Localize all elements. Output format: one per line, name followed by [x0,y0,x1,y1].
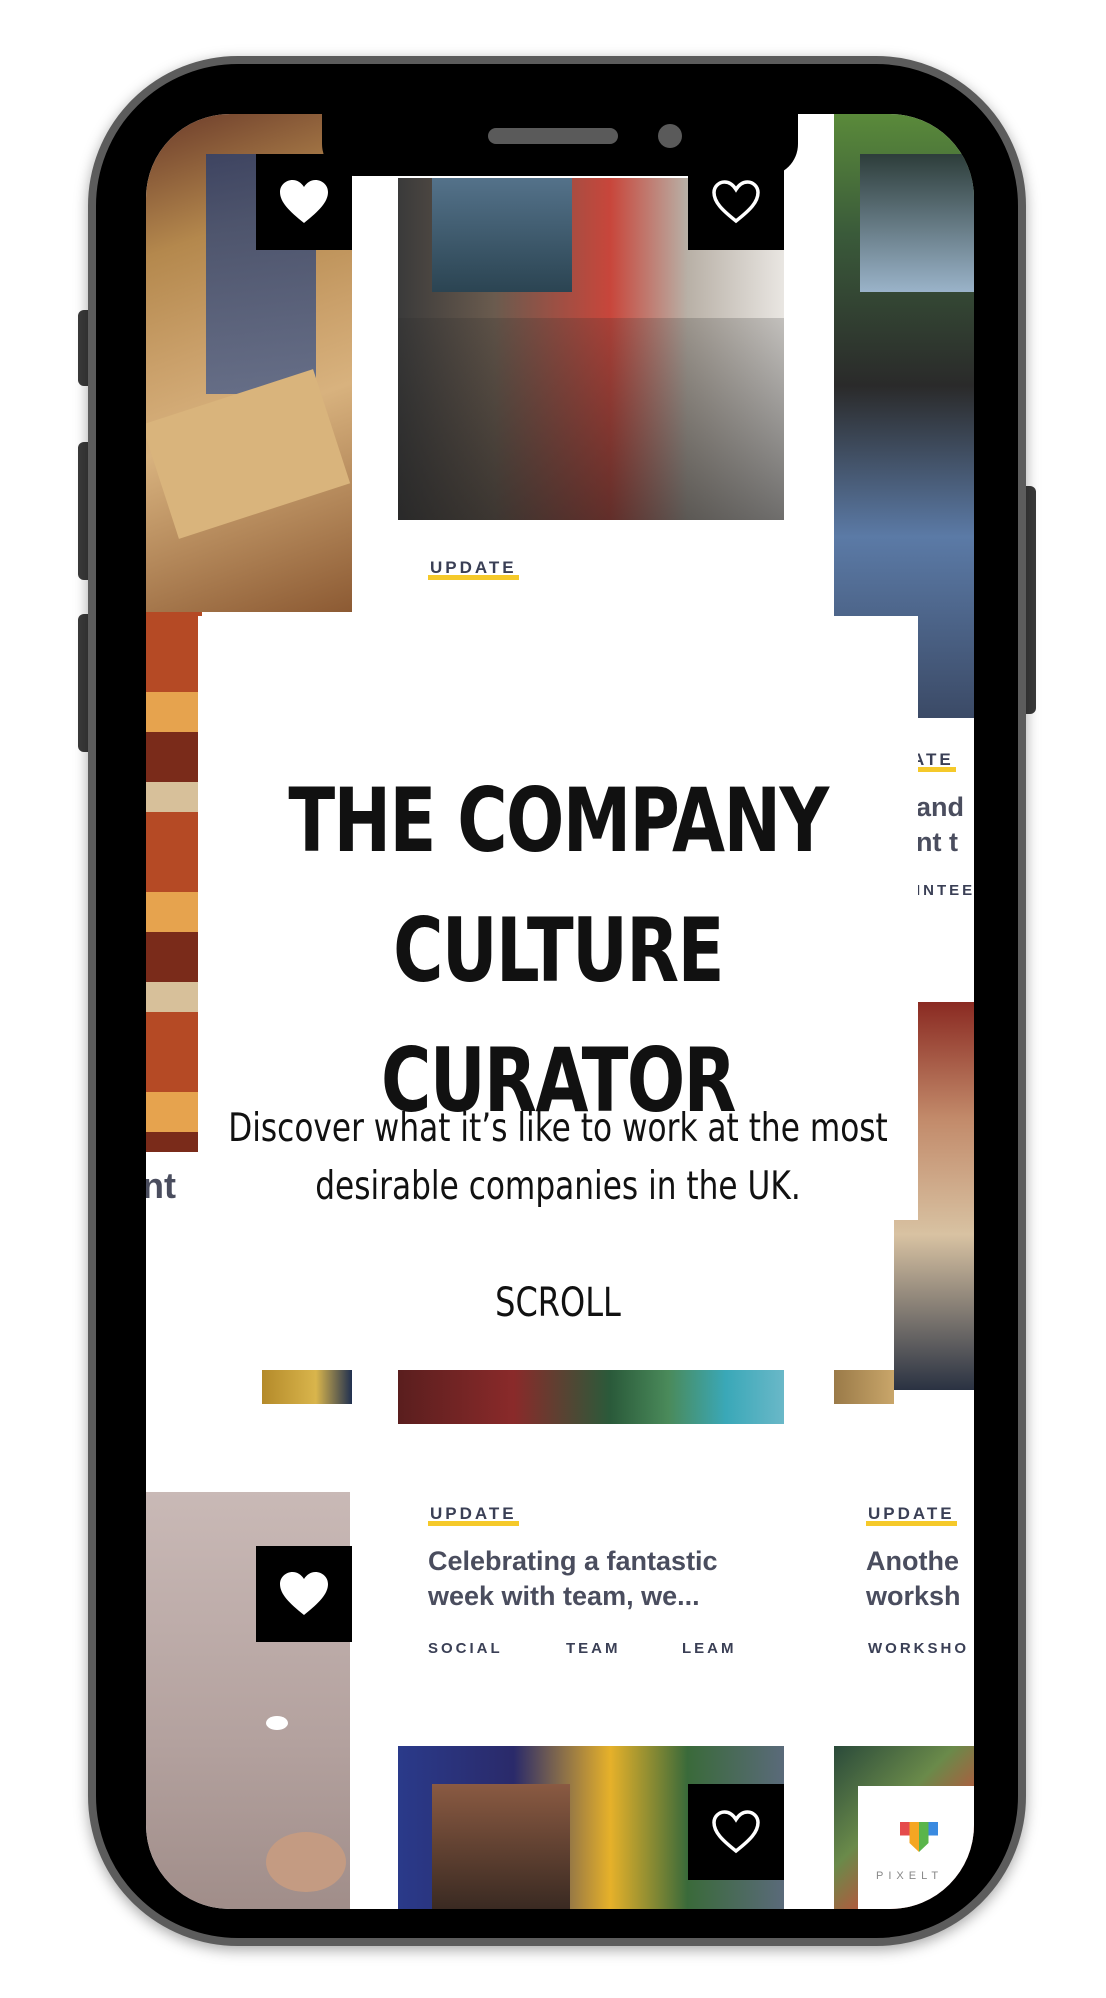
hero-panel: THE COMPANY CULTURE CURATOR Discover wha… [198,616,918,1220]
right-bottom-title-line2: worksh [866,1581,961,1611]
update-tag: UPDATE [428,1504,519,1526]
photo-paint-strip [398,1370,784,1424]
right-bottom-title-line1: Anothe [866,1546,959,1576]
photo-right-bottom-strip [834,1370,894,1404]
category-social[interactable]: SOCIAL [428,1640,503,1657]
company-logo-card[interactable]: PIXELT [858,1786,974,1909]
left-card-title-fragment: nt [146,1165,176,1206]
company-logo-text: PIXELT [876,1870,944,1882]
phone-screen: nt UPDATE ATE and nt t INTEE THE COMPANY… [146,114,974,1909]
heart-filled-icon[interactable] [256,1546,352,1642]
scroll-button[interactable]: SCROLL [270,1280,846,1326]
category-team[interactable]: TEAM [566,1640,621,1657]
photo-pizza-trays [146,612,202,1152]
update-tag-right-bottom: UPDATE [866,1504,957,1526]
middle-card-title-line1: Celebrating a fantastic [428,1546,718,1576]
right-bottom-category[interactable]: WORKSHO [868,1640,969,1657]
hero-title: THE COMPANY CULTURE CURATOR [277,756,839,1146]
pixel-logo-icon [900,1822,938,1852]
front-camera [658,124,682,148]
right-card-title-line1: and [916,792,965,822]
photo-strip-left [262,1370,352,1404]
right-card-category: INTEE [916,882,974,899]
hero-title-line1: THE COMPANY [288,769,829,872]
heart-outline-icon[interactable] [688,1784,784,1880]
middle-card-title-line2: week with team, we... [428,1581,700,1611]
category-leam[interactable]: LEAM [682,1640,737,1657]
right-card-title-line2: nt t [916,827,958,857]
speaker-grille [488,128,618,144]
hero-subtitle-line1: Discover what it’s like to work at the m… [228,1106,888,1151]
update-tag: UPDATE [428,558,519,580]
hero-subtitle-line2: desirable companies in the UK. [315,1164,801,1209]
hero-subtitle: Discover what it’s like to work at the m… [222,1100,894,1216]
